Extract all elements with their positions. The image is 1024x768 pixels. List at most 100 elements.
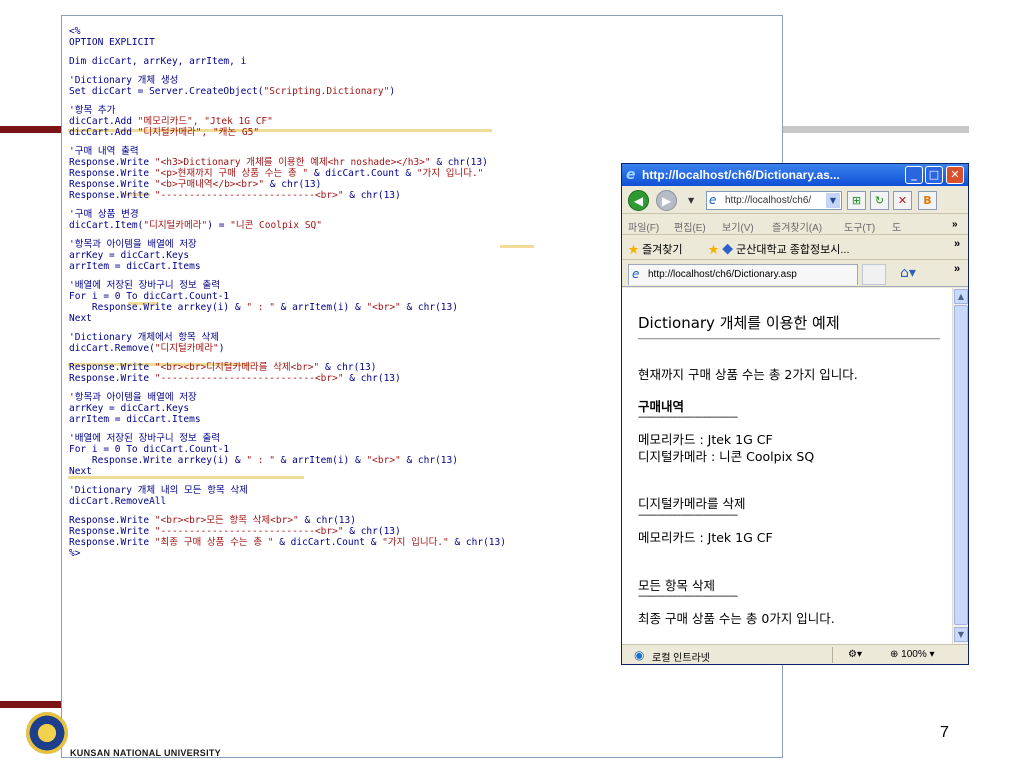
count-line: 현재까지 구매 상품 수는 총 2가지 입니다.	[638, 367, 858, 382]
code-token: arrItem = dicCart.Items	[69, 414, 201, 425]
code-line: '항목 추가	[69, 105, 778, 116]
new-tab-button[interactable]	[862, 264, 886, 285]
code-token: )	[218, 343, 225, 354]
zoom-icon: ⊕	[890, 649, 899, 660]
page-icon: e	[709, 193, 717, 207]
code-token: " : "	[246, 302, 275, 313]
separator-dashes: --------------------------------------	[638, 591, 738, 602]
code-token: "메모리카드", "Jtek 1G CF"	[137, 116, 273, 127]
separator-dashes: --------------------------------------	[638, 510, 738, 521]
code-token: Dim dicCart, arrKey, arrItem, i	[69, 56, 247, 67]
slide-accent-line-left	[0, 126, 62, 133]
zoom-level[interactable]: ⊕ 100% ▾	[890, 649, 935, 660]
remaining-item: 메모리카드 : Jtek 1G CF	[638, 530, 773, 545]
code-token: Next	[69, 466, 92, 477]
scroll-up-button[interactable]: ▲	[954, 289, 968, 304]
code-token: & chr(13)	[343, 373, 401, 384]
code-token: "---------------------------<br>"	[154, 190, 344, 201]
code-token: 'Dictionary 개체에서 항목 삭제	[69, 332, 219, 343]
slide-accent-line-right	[783, 126, 969, 133]
tab-page-icon: e	[632, 267, 640, 281]
favorites-overflow-icon[interactable]: »	[954, 238, 960, 250]
address-dropdown-icon[interactable]: ▼	[826, 193, 840, 208]
code-token: Set dicCart = Server.CreateObject(	[69, 86, 264, 97]
code-line: dicCart.Add "메모리카드", "Jtek 1G CF"	[69, 116, 778, 127]
maximize-button[interactable]: □	[925, 166, 943, 184]
site-icon: ◆	[722, 244, 734, 256]
code-token: For i = 0 To dicCart.Count-1	[69, 444, 230, 455]
protected-mode-icon[interactable]: ⚙▾	[848, 649, 862, 660]
star-icon: ★	[628, 244, 639, 256]
code-line: Dim dicCart, arrKey, arrItem, i	[69, 56, 778, 67]
refresh-button[interactable]: ↻	[870, 191, 889, 210]
status-divider	[832, 647, 833, 663]
menu-favorites[interactable]: 즐겨찾기(A)	[772, 219, 822, 234]
code-token: Response.Write	[69, 515, 155, 526]
menu-help[interactable]: 도	[892, 219, 901, 234]
menu-overflow-icon[interactable]: »	[952, 219, 958, 230]
menu-tools[interactable]: 도구(T)	[844, 219, 875, 234]
scroll-thumb[interactable]	[954, 305, 968, 625]
code-token: '항목 추가	[69, 105, 116, 116]
university-name: KUNSAN NATIONAL UNIVERSITY	[70, 748, 221, 758]
command-overflow-icon[interactable]: »	[954, 263, 960, 275]
menu-file[interactable]: 파일(F)	[628, 219, 659, 234]
page-heading: Dictionary 개체를 이용한 예제	[638, 314, 840, 332]
code-token: '구매 상품 변경	[69, 209, 139, 220]
search-provider-button[interactable]: B	[918, 191, 937, 210]
code-token: & chr(13)	[448, 537, 506, 548]
code-token: & chr(13)	[343, 526, 401, 537]
code-token: "디지털카메라", "캐논 G5"	[137, 127, 260, 138]
code-token: ) =	[207, 220, 231, 231]
menu-view[interactable]: 보기(V)	[722, 219, 754, 234]
code-token: "디지털카메라"	[154, 343, 219, 354]
menu-edit[interactable]: 편집(E)	[674, 219, 706, 234]
forward-button[interactable]: ▶	[656, 190, 677, 211]
code-line: <%	[69, 26, 778, 37]
code-token: arrKey = dicCart.Keys	[69, 250, 190, 261]
code-token: 'Dictionary 개체 생성	[69, 75, 179, 86]
code-token: Response.Write	[69, 526, 155, 537]
code-token: '배열에 저장된 장바구니 정보 출력	[69, 433, 220, 444]
browser-titlebar[interactable]: e http://localhost/ch6/Dictionary.as... …	[622, 164, 968, 186]
code-token: "<br><br>모든 항목 삭제<br>"	[154, 515, 299, 526]
code-token: "---------------------------<br>"	[154, 526, 344, 537]
favorites-button[interactable]: ★ 즐겨찾기	[628, 241, 683, 257]
compat-view-button[interactable]: ⊞	[847, 191, 866, 210]
code-token: '항목과 아이템을 배열에 저장	[69, 392, 197, 403]
status-bar: ◉ 로컬 인트라넷 ⚙▾ ⊕ 100% ▾	[622, 644, 968, 664]
page-number: 7	[940, 724, 949, 741]
menu-bar: 파일(F) 편집(E) 보기(V) 즐겨찾기(A) 도구(T) 도 »	[622, 215, 968, 235]
code-token: & chr(13)	[343, 190, 401, 201]
separator-dashes: --------------------------------------	[638, 412, 738, 423]
code-token: & chr(13)	[400, 302, 458, 313]
cart-item-2: 디지털카메라 : 니콘 Coolpix SQ	[638, 449, 815, 464]
back-button[interactable]: ◀	[628, 190, 649, 211]
code-token: "<b>구매내역</b><br>"	[154, 179, 265, 190]
home-icon[interactable]: ⌂▾	[900, 265, 916, 281]
code-token: dicCart.Add	[69, 127, 138, 138]
history-dropdown-icon[interactable]: ▼	[688, 196, 694, 205]
code-token: Response.Write arrkey(i) &	[69, 302, 247, 313]
minimize-button[interactable]: _	[905, 166, 923, 184]
ie-logo-icon: e	[626, 167, 636, 183]
code-token: "<h3>Dictionary 개체를 이용한 예제<hr noshade></…	[154, 157, 431, 168]
code-token: "<br>"	[366, 302, 401, 313]
address-bar[interactable]: e http://localhost/ch6/ ▼	[706, 191, 842, 210]
address-text: http://localhost/ch6/	[725, 195, 812, 206]
code-token: dicCart.Add	[69, 116, 138, 127]
close-button[interactable]: ✕	[946, 166, 964, 184]
favorite-link-kunsan[interactable]: ★ ◆ 군산대학교 종합정보시...	[708, 241, 850, 257]
code-token: OPTION EXPLICIT	[69, 37, 155, 48]
tab-dictionary[interactable]: e http://localhost/ch6/Dictionary.asp	[628, 264, 858, 285]
code-token: arrItem = dicCart.Items	[69, 261, 201, 272]
code-token: & dicCart.Count &	[308, 168, 417, 179]
status-zone: 로컬 인트라넷	[652, 653, 710, 664]
add-favorite-icon: ★	[708, 244, 719, 256]
code-token: " : "	[246, 455, 275, 466]
stop-button[interactable]: ✕	[893, 191, 912, 210]
vertical-scrollbar[interactable]: ▲ ▼	[952, 288, 968, 644]
scroll-down-button[interactable]: ▼	[954, 627, 968, 642]
code-line: 'Dictionary 개체 생성	[69, 75, 778, 86]
